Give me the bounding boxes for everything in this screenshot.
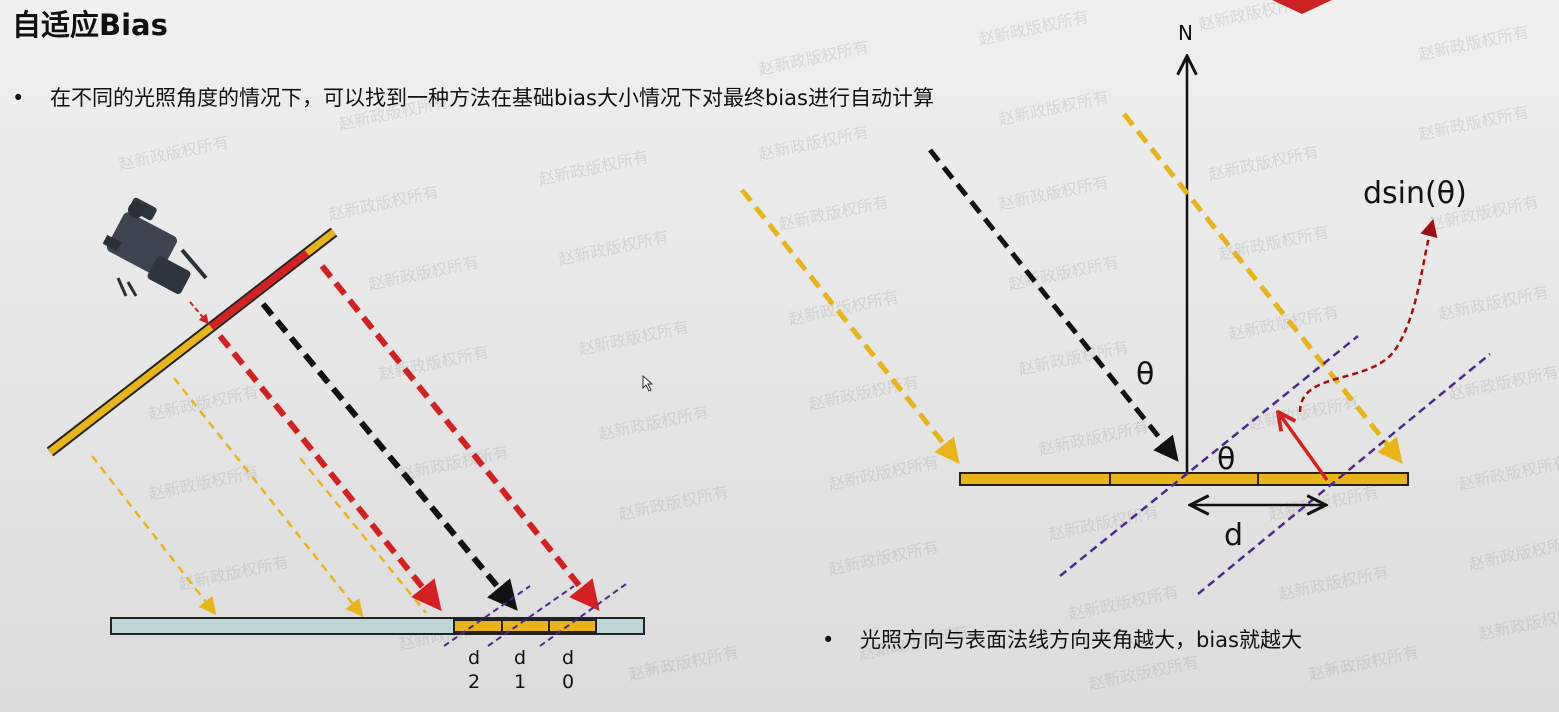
watermark-text: 赵新政版权所有 bbox=[117, 132, 231, 174]
watermark-text: 赵新政版权所有 bbox=[177, 552, 291, 594]
watermark-text: 赵新政版权所有 bbox=[1417, 22, 1531, 64]
left-diagram: d 2 d 1 d 0 bbox=[46, 197, 645, 693]
watermark-text: 赵新政版权所有 bbox=[1437, 282, 1551, 324]
watermark-text: 赵新政版权所有 bbox=[377, 342, 491, 384]
depth-line-a bbox=[1059, 335, 1359, 577]
watermark-text: 赵新政版权所有 bbox=[1087, 652, 1201, 694]
label-d1-letter: d bbox=[514, 647, 526, 669]
watermark-text: 赵新政版权所有 bbox=[827, 537, 941, 579]
distance-label: d bbox=[1224, 518, 1243, 553]
watermark-text: 赵新政版权所有 bbox=[777, 192, 891, 234]
watermark-text: 赵新政版权所有 bbox=[977, 7, 1091, 49]
watermark-text: 赵新政版权所有 bbox=[627, 642, 741, 684]
label-d2-digit: 2 bbox=[468, 671, 480, 693]
watermark-text: 赵新政版权所有 bbox=[1307, 642, 1421, 684]
slide-title: 自适应Bias bbox=[12, 8, 168, 42]
watermark-text: 赵新政版权所有 bbox=[787, 287, 901, 329]
watermark-text: 赵新政版权所有 bbox=[367, 252, 481, 294]
label-d1-digit: 1 bbox=[514, 671, 526, 693]
watermark-text: 赵新政版权所有 bbox=[147, 462, 261, 504]
bullet-item-1: • 在不同的光照角度的情况下，可以找到一种方法在基础bias大小情况下对最终bia… bbox=[12, 82, 934, 112]
watermark-text: 赵新政版权所有 bbox=[1477, 602, 1559, 644]
watermark-text: 赵新政版权所有 bbox=[997, 87, 1111, 129]
yellow-ray-left bbox=[740, 188, 960, 464]
watermark-text: 赵新政版权所有 bbox=[757, 122, 871, 164]
normal-label: N bbox=[1178, 21, 1193, 45]
watermark-text: 赵新政版权所有 bbox=[997, 172, 1111, 214]
offset-label: dsin(θ) bbox=[1363, 176, 1467, 211]
watermark-text: 赵新政版权所有 bbox=[1277, 562, 1391, 604]
watermark-text: 赵新政版权所有 bbox=[147, 382, 261, 424]
theta-incident-label: θ bbox=[1136, 357, 1154, 392]
watermark-text: 赵新政版权所有 bbox=[557, 227, 671, 269]
label-d0-letter: d bbox=[562, 647, 574, 669]
watermark-text: 赵新政版权所有 bbox=[1007, 252, 1121, 294]
watermark-text: 赵新政版权所有 bbox=[597, 402, 711, 444]
label-d0-digit: 0 bbox=[562, 671, 574, 693]
theta-bias-label: θ bbox=[1217, 442, 1235, 477]
bullet-dot: • bbox=[12, 86, 25, 110]
watermark-text: 赵新政版权所有 bbox=[617, 482, 731, 524]
watermark-text: 赵新政版权所有 bbox=[1217, 222, 1331, 264]
watermark-text: 赵新政版权所有 bbox=[1067, 582, 1181, 624]
depth-line-1 bbox=[443, 585, 531, 647]
light-plane-red-segment bbox=[208, 250, 310, 330]
watermark-text: 赵新政版权所有 bbox=[1417, 102, 1531, 144]
watermark-text: 赵新政版权所有 bbox=[1017, 337, 1131, 379]
watermark-text: 赵新政版权所有 bbox=[807, 372, 921, 414]
label-d2-letter: d bbox=[468, 647, 480, 669]
watermark-text: 赵新政版权所有 bbox=[1457, 452, 1559, 494]
red-ray-2 bbox=[319, 264, 600, 612]
camera-ray bbox=[189, 301, 209, 325]
watermark-text: 赵新政版权所有 bbox=[327, 182, 441, 224]
watermark-text: 赵新政版权所有 bbox=[537, 147, 651, 189]
watermark-text: 赵新政版权所有 bbox=[1467, 532, 1559, 574]
bullet-text-2: 光照方向与表面法线方向夹角越大，bias就越大 bbox=[860, 628, 1302, 652]
bullet-text-1: 在不同的光照角度的情况下，可以找到一种方法在基础bias大小情况下对最终bias… bbox=[50, 86, 934, 110]
watermark-text: 赵新政版权所有 bbox=[1037, 417, 1151, 459]
bullet-dot: • bbox=[822, 628, 835, 652]
watermark-text: 赵新政版权所有 bbox=[1207, 142, 1321, 184]
watermark-text: 赵新政版权所有 bbox=[1267, 482, 1381, 524]
watermark-text: 赵新政版权所有 bbox=[1447, 362, 1559, 404]
camera-icon bbox=[102, 197, 208, 297]
bullet-item-2: • 光照方向与表面法线方向夹角越大，bias就越大 bbox=[822, 624, 1302, 654]
watermark-text: 赵新政版权所有 bbox=[577, 317, 691, 359]
watermark-text: 赵新政版权所有 bbox=[757, 37, 871, 79]
watermark-text: 赵新政版权所有 bbox=[1227, 302, 1341, 344]
cursor-icon bbox=[642, 374, 654, 392]
watermark-text: 赵新政版权所有 bbox=[827, 452, 941, 494]
